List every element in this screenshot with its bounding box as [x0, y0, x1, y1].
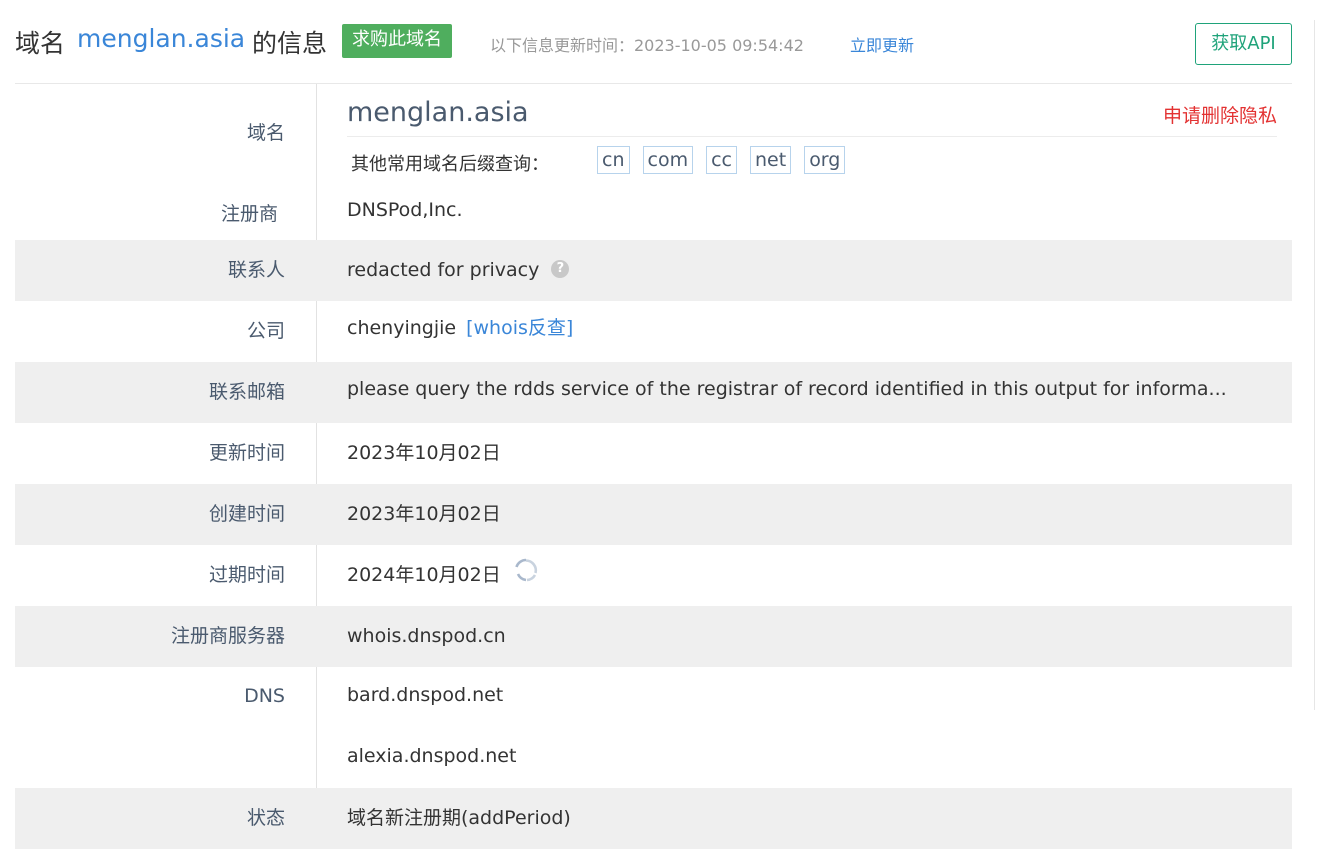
updated-label: 更新时间	[15, 423, 317, 484]
contact-value-cell: redacted for privacy?	[317, 240, 1292, 301]
table-row-expires: 过期时间 2024年10月02日	[15, 545, 1292, 606]
table-row-company: 公司 chenyingjie [whois反查]	[15, 301, 1292, 362]
whois-table: 域名 menglan.asia 申请删除隐私 其他常用域名后缀查询： cn co…	[15, 84, 1292, 849]
page-title-suffix: 的信息	[252, 29, 328, 58]
page-header: 域名 menglan.asia 的信息 求购此域名 以下信息更新时间：2023-…	[15, 18, 1292, 68]
table-row-contact: 联系人 redacted for privacy?	[15, 240, 1292, 301]
table-row-created: 创建时间 2023年10月02日	[15, 484, 1292, 545]
table-row-registrar-server: 注册商服务器 whois.dnspod.cn	[15, 606, 1292, 667]
whois-reverse-link[interactable]: [whois反查]	[466, 317, 573, 339]
status-value: 域名新注册期(addPeriod)	[347, 807, 571, 829]
page-title-domain: menglan.asia	[77, 24, 246, 53]
company-value-cell: chenyingjie [whois反查]	[317, 301, 1292, 362]
domain-divider	[347, 136, 1277, 137]
update-time-text: 以下信息更新时间：2023-10-05 09:54:42	[490, 36, 804, 55]
refresh-icon[interactable]	[513, 547, 539, 606]
table-row-status: 状态 域名新注册期(addPeriod)	[15, 788, 1292, 849]
get-api-button[interactable]: 获取API	[1195, 23, 1292, 65]
page-title-prefix: 域名	[15, 29, 66, 58]
company-label: 公司	[15, 301, 317, 362]
expires-value-cell: 2024年10月02日	[317, 545, 1292, 606]
table-row-email: 联系邮箱 please query the rdds service of th…	[15, 362, 1292, 423]
dns-value-cell: bard.dnspod.net alexia.dnspod.net	[317, 667, 1292, 788]
domain-value-cell: menglan.asia 申请删除隐私 其他常用域名后缀查询： cn com c…	[317, 84, 1292, 240]
table-row-domain: 域名 menglan.asia 申请删除隐私 其他常用域名后缀查询： cn co…	[15, 84, 1292, 240]
suffix-com-link[interactable]: com	[642, 146, 694, 174]
email-label: 联系邮箱	[15, 362, 317, 423]
updated-value: 2023年10月02日	[347, 442, 501, 464]
created-label: 创建时间	[15, 484, 317, 545]
registrar-server-label: 注册商服务器	[15, 606, 317, 667]
table-row-updated: 更新时间 2023年10月02日	[15, 423, 1292, 484]
delete-privacy-link[interactable]: 申请删除隐私	[1163, 101, 1277, 128]
help-icon[interactable]: ?	[551, 260, 570, 278]
contact-value: redacted for privacy	[347, 259, 540, 281]
suffix-net-link[interactable]: net	[750, 146, 792, 174]
contact-label: 联系人	[15, 240, 317, 301]
created-value: 2023年10月02日	[347, 503, 501, 525]
expires-value: 2024年10月02日	[347, 564, 501, 586]
domain-name: menglan.asia	[347, 97, 529, 128]
suffix-query-label: 其他常用域名后缀查询：	[351, 154, 549, 175]
dns-server: bard.dnspod.net	[347, 684, 504, 706]
dns-label: DNS	[15, 667, 317, 788]
table-row-dns: DNS bard.dnspod.net alexia.dnspod.net	[15, 667, 1292, 788]
suffix-cn-link[interactable]: cn	[597, 146, 630, 174]
update-now-link[interactable]: 立即更新	[850, 32, 914, 56]
registrar-label: 注册商	[221, 203, 279, 225]
email-value: please query the rdds service of the reg…	[347, 378, 1227, 400]
buy-domain-button[interactable]: 求购此域名	[342, 24, 452, 58]
registrar-server-value: whois.dnspod.cn	[347, 625, 506, 647]
suffix-org-link[interactable]: org	[804, 146, 846, 174]
suffix-cc-link[interactable]: cc	[706, 146, 737, 174]
expires-label: 过期时间	[15, 545, 317, 606]
panel-border	[1314, 20, 1315, 710]
registrar-value: DNSPod,Inc.	[347, 199, 463, 221]
company-value: chenyingjie	[347, 317, 457, 339]
dns-server: alexia.dnspod.net	[347, 745, 517, 767]
domain-label: 域名	[246, 122, 285, 144]
status-label: 状态	[15, 788, 317, 849]
suffix-list: cn com cc net org	[597, 146, 846, 174]
